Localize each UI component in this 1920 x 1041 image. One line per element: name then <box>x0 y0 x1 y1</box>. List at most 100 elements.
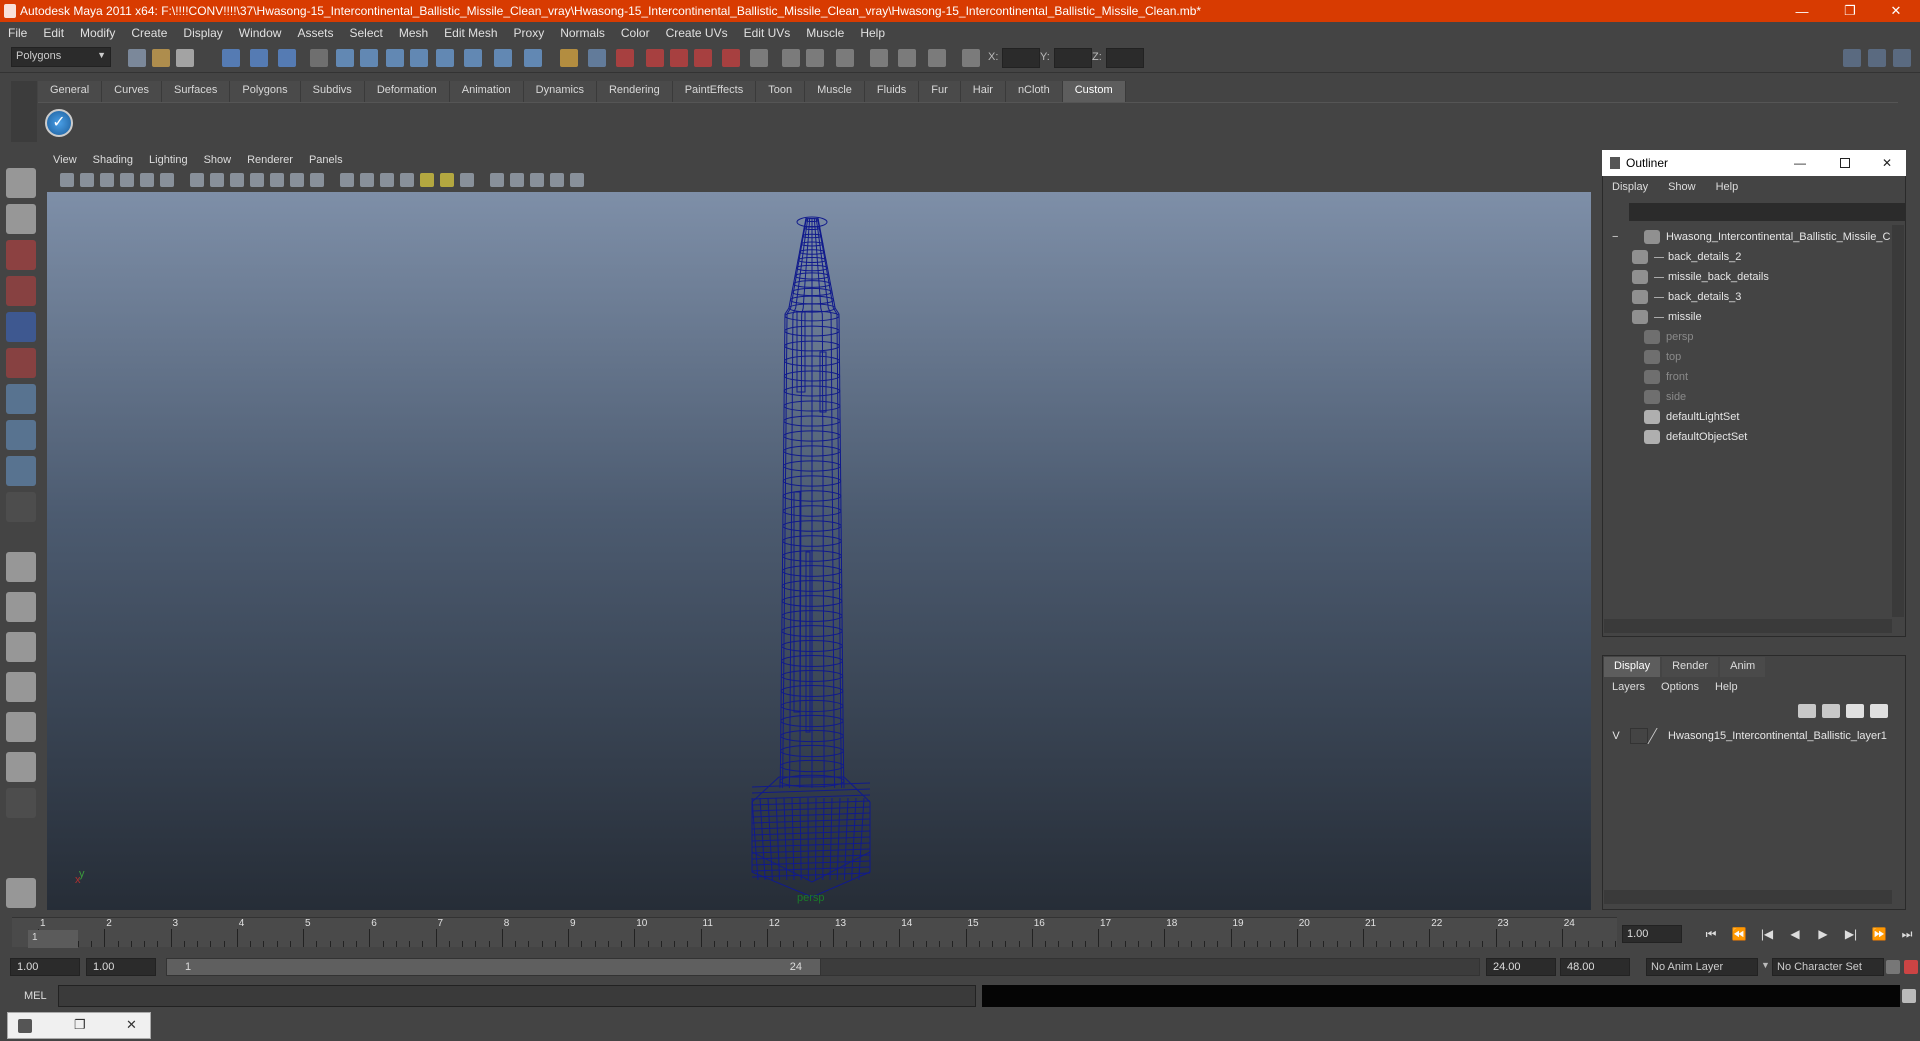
restore-button[interactable]: ❐ <box>1830 0 1870 22</box>
viewport-menu-view[interactable]: View <box>45 152 85 170</box>
outliner-horizontal-scrollbar[interactable] <box>1604 619 1892 633</box>
playback-button[interactable]: ▶| <box>1842 926 1860 942</box>
close-button[interactable]: ✕ <box>1876 0 1916 22</box>
layout-options-icon[interactable] <box>6 788 36 818</box>
menu-proxy[interactable]: Proxy <box>506 26 553 40</box>
single-perspective-layout-icon[interactable] <box>6 552 36 582</box>
outliner-item[interactable]: missile <box>1632 307 1702 327</box>
minimized-window-button[interactable]: ❐ ✕ <box>7 1012 151 1039</box>
viewport-toggle-icon[interactable] <box>270 173 284 187</box>
outliner-menu-display[interactable]: Display <box>1602 178 1658 198</box>
layer-tab-render[interactable]: Render <box>1662 657 1719 677</box>
shelf-tab-painteffects[interactable]: PaintEffects <box>672 81 757 102</box>
viewport-toggle-icon[interactable] <box>530 173 544 187</box>
shelf-tab-custom[interactable]: Custom <box>1062 81 1126 102</box>
viewport-toggle-icon[interactable] <box>360 173 374 187</box>
character-set-dropdown[interactable]: No Character Set <box>1772 958 1884 976</box>
viewport-toggle-icon[interactable] <box>400 173 414 187</box>
new-layer-icon[interactable] <box>1798 704 1816 718</box>
layer-menu-options[interactable]: Options <box>1653 678 1707 698</box>
shelf-tab-subdivs[interactable]: Subdivs <box>300 81 365 102</box>
viewport-toggle-icon[interactable] <box>250 173 264 187</box>
outliner-menu-show[interactable]: Show <box>1658 178 1706 198</box>
four-view-layout-icon[interactable] <box>6 592 36 622</box>
status-tool-icon[interactable] <box>152 49 170 67</box>
layer-add-icon[interactable] <box>1870 704 1888 718</box>
menu-assets[interactable]: Assets <box>289 26 341 40</box>
viewport-toggle-icon[interactable] <box>310 173 324 187</box>
viewport-toggle-icon[interactable] <box>340 173 354 187</box>
status-tool-icon[interactable] <box>494 49 512 67</box>
layer-menu-help[interactable]: Help <box>1707 678 1746 698</box>
status-tool-icon[interactable] <box>278 49 296 67</box>
shelf-tab-ncloth[interactable]: nCloth <box>1005 81 1063 102</box>
viewport-toggle-icon[interactable] <box>120 173 134 187</box>
checkmark-shelf-icon[interactable]: ✓ <box>45 109 73 137</box>
new-layer-selected-icon[interactable] <box>1822 704 1840 718</box>
current-frame-marker[interactable]: 1 <box>28 930 78 948</box>
time-slider[interactable]: 1 2 3 4 5 6 7 8 9 10 11 12 13 14 15 16 17 18 19 20 21 22 23 24 1 <box>12 917 1617 948</box>
menu-edit-mesh[interactable]: Edit Mesh <box>436 26 505 40</box>
menu-normals[interactable]: Normals <box>552 26 613 40</box>
layer-options-icon[interactable] <box>1846 704 1864 718</box>
viewport-toggle-icon[interactable] <box>100 173 114 187</box>
y-field[interactable] <box>1054 48 1092 68</box>
playback-end-field[interactable]: 24.00 <box>1486 958 1556 976</box>
shelf-tab-animation[interactable]: Animation <box>449 81 524 102</box>
auto-key-icon[interactable] <box>1886 960 1900 974</box>
playback-button[interactable]: |◀ <box>1758 926 1776 942</box>
z-field[interactable] <box>1106 48 1144 68</box>
persp-outliner-layout-icon[interactable] <box>6 632 36 662</box>
collapse-toggle[interactable]: − <box>1612 231 1626 243</box>
playback-button[interactable]: ◀ <box>1786 926 1804 942</box>
status-tool-icon[interactable] <box>694 49 712 67</box>
close-button[interactable]: ✕ <box>126 1017 137 1033</box>
playback-button[interactable]: ⏮ <box>1702 926 1720 942</box>
viewport-toggle-icon[interactable] <box>380 173 394 187</box>
viewport-toggle-icon[interactable] <box>460 173 474 187</box>
outliner-filter-field[interactable] <box>1629 203 1906 221</box>
outliner-item[interactable]: defaultObjectSet <box>1612 427 1747 447</box>
status-tool-icon[interactable] <box>410 49 428 67</box>
menu-window[interactable]: Window <box>231 26 290 40</box>
shelf-options[interactable] <box>11 81 37 142</box>
status-tool-icon[interactable] <box>836 49 854 67</box>
status-tool-icon[interactable] <box>646 49 664 67</box>
last-tool-icon[interactable] <box>6 492 36 522</box>
viewport-menu-shading[interactable]: Shading <box>85 152 141 170</box>
menu-file[interactable]: File <box>0 26 35 40</box>
menu-mesh[interactable]: Mesh <box>391 26 436 40</box>
playback-button[interactable]: ⏪ <box>1730 926 1748 942</box>
shelf-tab-muscle[interactable]: Muscle <box>805 81 865 102</box>
shelf-tab-surfaces[interactable]: Surfaces <box>161 81 231 102</box>
select-tool-icon[interactable] <box>6 168 36 198</box>
shelf-tab-general[interactable]: General <box>38 81 103 102</box>
shelf-tab-toon[interactable]: Toon <box>756 81 806 102</box>
status-tool-icon[interactable] <box>560 49 578 67</box>
viewport-toggle-icon[interactable] <box>230 173 244 187</box>
viewport-toggle-icon[interactable] <box>440 173 454 187</box>
viewport-toggle-icon[interactable] <box>190 173 204 187</box>
channel-box-icon[interactable] <box>1893 49 1911 67</box>
shelf-tab-deformation[interactable]: Deformation <box>364 81 450 102</box>
shelf-tab-polygons[interactable]: Polygons <box>230 81 301 102</box>
menu-modify[interactable]: Modify <box>72 26 123 40</box>
minimize-button[interactable]: — <box>1782 0 1822 22</box>
menu-set-dropdown[interactable]: Polygons ▼ <box>11 47 111 67</box>
shelf-tab-curves[interactable]: Curves <box>102 81 162 102</box>
status-tool-icon[interactable] <box>928 49 946 67</box>
tool-settings-icon[interactable] <box>1868 49 1886 67</box>
viewport-toggle-icon[interactable] <box>80 173 94 187</box>
layer-tab-anim[interactable]: Anim <box>1720 657 1766 677</box>
status-tool-icon[interactable] <box>176 49 194 67</box>
perspective-viewport[interactable]: persp y x <box>47 192 1591 910</box>
status-tool-icon[interactable] <box>670 49 688 67</box>
status-tool-icon[interactable] <box>524 49 542 67</box>
viewport-toggle-icon[interactable] <box>60 173 74 187</box>
viewport-toggle-icon[interactable] <box>210 173 224 187</box>
status-tool-icon[interactable] <box>310 49 328 67</box>
menu-edit[interactable]: Edit <box>35 26 72 40</box>
attribute-editor-icon[interactable] <box>1843 49 1861 67</box>
layer-horizontal-scrollbar[interactable] <box>1604 890 1892 904</box>
viewport-toggle-icon[interactable] <box>290 173 304 187</box>
